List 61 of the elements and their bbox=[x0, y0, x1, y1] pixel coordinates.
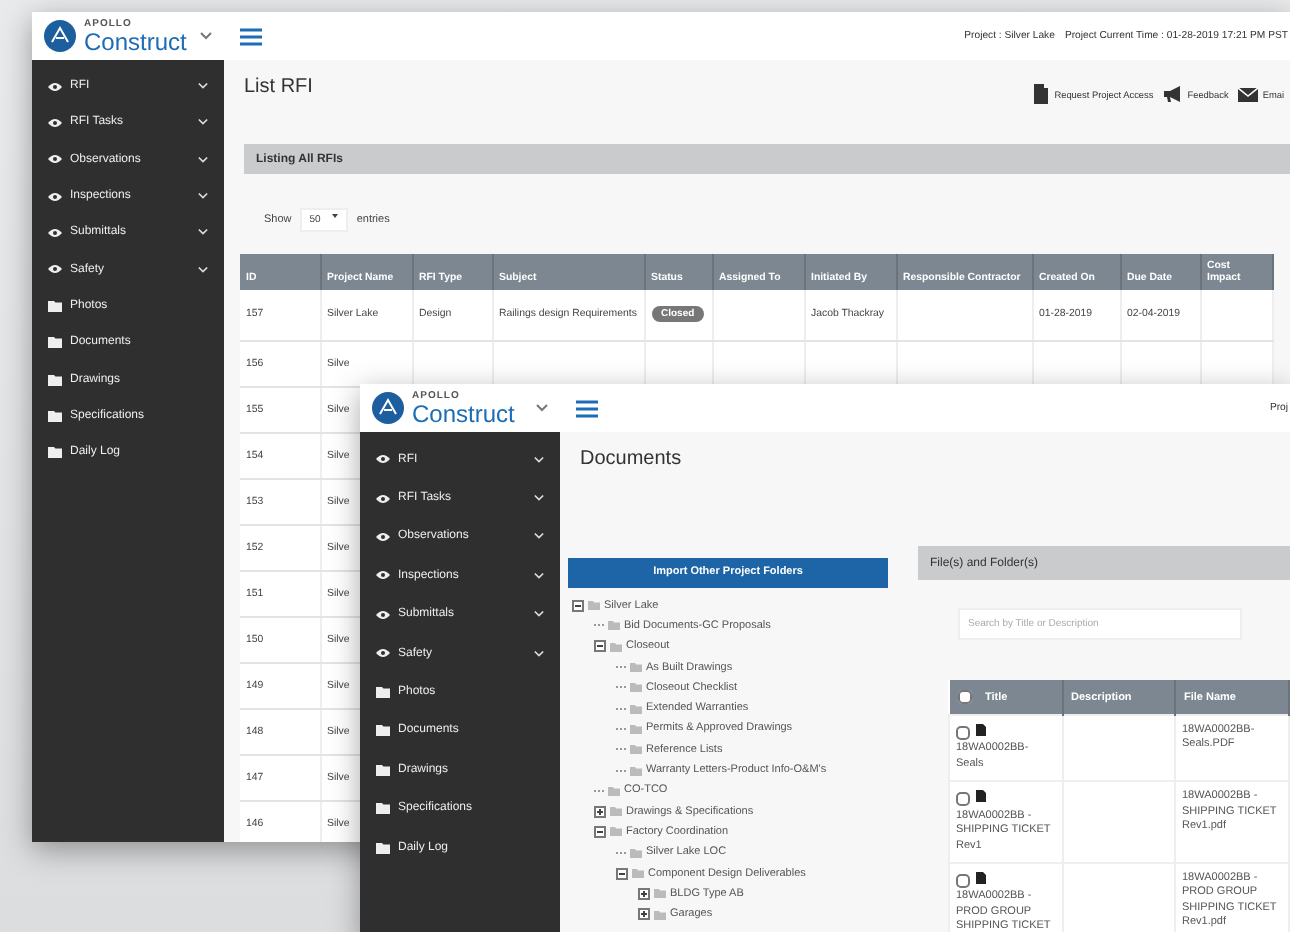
minus-box-icon[interactable] bbox=[616, 867, 628, 879]
chevron-down-icon bbox=[198, 82, 208, 91]
chevron-down-icon bbox=[198, 192, 208, 201]
chevron-down-icon bbox=[534, 610, 544, 619]
minus-box-icon[interactable] bbox=[594, 640, 606, 653]
eye-icon bbox=[376, 531, 390, 542]
chevron-down-icon bbox=[198, 155, 208, 164]
chevron-down-icon bbox=[198, 228, 208, 237]
row-checkbox[interactable] bbox=[956, 726, 970, 741]
file-icon bbox=[976, 724, 986, 736]
folder-icon bbox=[376, 802, 390, 815]
logo-icon bbox=[44, 20, 76, 52]
eye-icon bbox=[376, 648, 390, 659]
caret-down-icon bbox=[332, 214, 339, 218]
eye-icon bbox=[376, 454, 390, 465]
mail-icon bbox=[1238, 87, 1259, 101]
page-title: List RFI bbox=[244, 76, 313, 98]
eye-icon bbox=[376, 570, 390, 581]
eye-icon bbox=[48, 227, 62, 238]
eye-icon bbox=[48, 264, 62, 275]
row-checkbox[interactable] bbox=[956, 874, 970, 888]
folder-icon bbox=[48, 373, 62, 386]
eye-icon bbox=[48, 81, 62, 92]
folder-icon bbox=[48, 409, 62, 422]
chevron-down-icon bbox=[200, 32, 212, 40]
folder-icon bbox=[48, 336, 62, 349]
folder-icon bbox=[376, 724, 390, 737]
eye-icon bbox=[376, 609, 390, 620]
chevron-down-icon bbox=[534, 571, 544, 580]
page-title: Documents bbox=[580, 448, 682, 470]
chevron-down-icon bbox=[534, 494, 544, 503]
folder-icon bbox=[376, 763, 390, 776]
eye-icon bbox=[48, 117, 62, 128]
logo-name: Construct bbox=[84, 29, 189, 53]
eye-icon bbox=[48, 191, 62, 202]
chevron-down-icon bbox=[534, 649, 544, 658]
eye-icon bbox=[48, 154, 62, 165]
chevron-down-icon bbox=[536, 404, 548, 412]
menu-icon[interactable] bbox=[576, 399, 598, 417]
folder-icon bbox=[48, 299, 62, 312]
minus-box-icon[interactable] bbox=[594, 825, 606, 838]
plus-box-icon[interactable] bbox=[638, 887, 650, 900]
chevron-down-icon bbox=[534, 532, 544, 541]
logo-icon bbox=[372, 392, 404, 424]
plus-box-icon[interactable] bbox=[594, 805, 606, 818]
file-icon bbox=[976, 790, 986, 803]
minus-box-icon[interactable] bbox=[572, 599, 584, 612]
menu-icon[interactable] bbox=[240, 27, 262, 45]
select-all-checkbox[interactable] bbox=[957, 690, 971, 704]
door-icon bbox=[1032, 84, 1051, 104]
megaphone-icon bbox=[1163, 86, 1184, 102]
row-checkbox[interactable] bbox=[956, 792, 970, 807]
folder-icon bbox=[376, 686, 390, 699]
chevron-down-icon bbox=[198, 265, 208, 274]
logo-name: Construct bbox=[412, 401, 517, 425]
chevron-down-icon bbox=[534, 455, 544, 464]
eye-icon bbox=[376, 493, 390, 504]
plus-box-icon[interactable] bbox=[638, 908, 650, 921]
folder-icon bbox=[48, 446, 62, 459]
file-icon bbox=[976, 871, 986, 884]
chevron-down-icon bbox=[198, 118, 208, 127]
